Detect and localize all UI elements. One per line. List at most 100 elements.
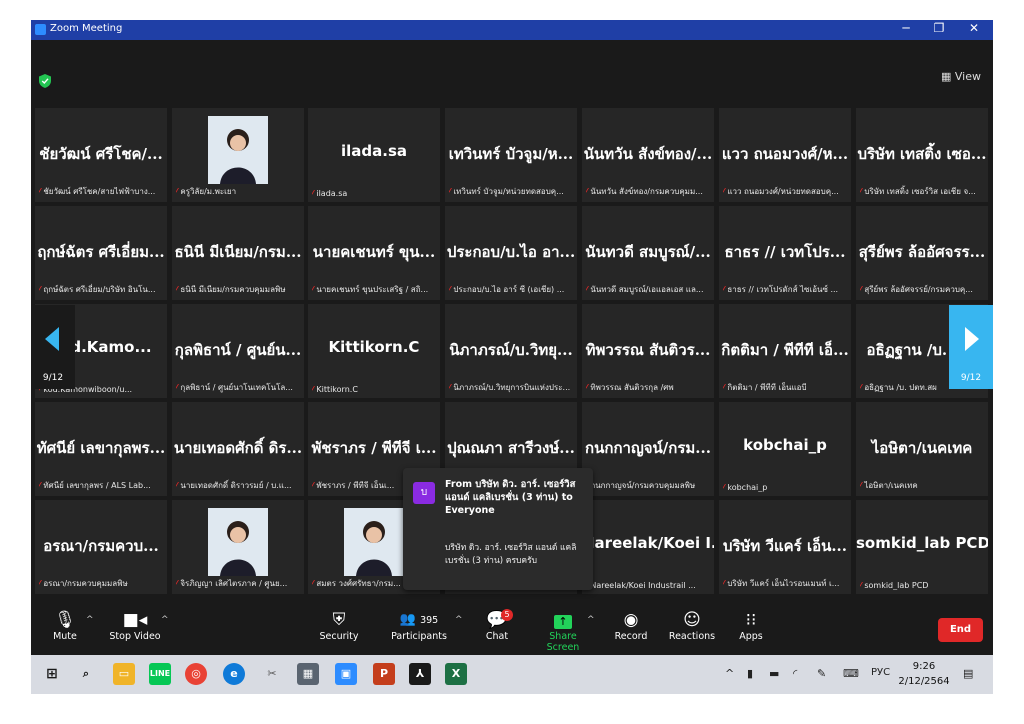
participant-tile[interactable]: somkid_lab PCD ⁄ somkid_lab PCD <box>856 500 988 594</box>
apps-button[interactable]: ⁝⁝ Apps <box>731 605 771 655</box>
edge-icon[interactable]: e <box>223 663 245 685</box>
participant-tile[interactable]: ⁄ ครูวิลัย/ม.พะเยา <box>172 108 304 202</box>
participant-tile[interactable]: ไอษิตา/เนคเทค ⁄ ไอษิตา/เนคเทค <box>856 402 988 496</box>
participant-tile[interactable]: กุลพิธาน์ / ศูนย์น... ⁄ กุลพิธาน์ / ศูนย์น… <box>172 304 304 398</box>
participant-tile[interactable]: อรณา/กรมควบ... ⁄ อรณา/กรมควบคุมมลพิษ <box>35 500 167 594</box>
mute-button[interactable]: 🎙 Mute <box>43 605 87 655</box>
participant-tile[interactable]: แวว ถนอมวงศ์/ห... ⁄ แวว ถนอมวงศ์/หน่วยทดสอ… <box>719 108 851 202</box>
chat-button[interactable]: 💬 Chat 5 <box>477 605 517 655</box>
participant-label-text: จิรภิญญา เลิศไตรภาค / ศูนย... <box>180 579 288 588</box>
notifications-icon[interactable]: ▤ <box>963 667 973 680</box>
view-button[interactable]: ▦ View <box>941 70 981 83</box>
file-explorer-icon[interactable]: ▭ <box>113 663 135 685</box>
minimize-button[interactable]: ─ <box>891 21 921 35</box>
participants-options-caret-icon[interactable]: ^ <box>455 615 463 625</box>
participant-tile[interactable]: ประกอบ/บ.ไอ อา... ⁄ ประกอบ/บ.ไอ อาร์ ซี (เ… <box>445 206 577 300</box>
participant-tile[interactable]: ilada.sa ⁄ ilada.sa <box>308 108 440 202</box>
participant-tile[interactable]: kobchai_p ⁄ kobchai_p <box>719 402 851 496</box>
wifi-icon[interactable]: ◜ <box>793 667 797 680</box>
participant-label-text: กุลพิธาน์ / ศูนย์นาโนเทคโนโล... <box>180 383 293 392</box>
participant-tile[interactable]: นายคเชนทร์ ขุน... ⁄ นายคเชนทร์ ขุนประเสริฐ… <box>308 206 440 300</box>
participant-tile[interactable]: ชัยวัฒน์ ศรีโชค/... ⁄ ชัยวัฒน์ ศรีโชค/สายไ… <box>35 108 167 202</box>
participant-tile[interactable]: ฤกษ์ฉัตร ศรีเอี่ยม... ⁄ ฤกษ์ฉัตร ศรีเอี่ยม… <box>35 206 167 300</box>
reactions-button[interactable]: ☺ Reactions <box>667 605 717 655</box>
participant-label: ⁄กนกกาญจน์/กรมควบคุมมลพิษ <box>586 479 710 492</box>
participant-tile[interactable]: นายเทอดศักดิ์ ดิร... ⁄ นายเทอดศักดิ์ ดิราว… <box>172 402 304 496</box>
chrome-icon[interactable]: ◎ <box>185 663 207 685</box>
participant-tile[interactable]: นันทวดี สมบูรณ์/... ⁄ นันทวดี สมบูรณ์/เอแอ… <box>582 206 714 300</box>
muted-mic-icon: ⁄ <box>586 383 588 392</box>
participant-name: ทัศนีย์ เลขากุลพร... <box>36 439 166 457</box>
participant-tile[interactable]: ทัศนีย์ เลขากุลพร... ⁄ ทัศนีย์ เลขากุลพร /… <box>35 402 167 496</box>
participant-tile[interactable]: กนกกาญจน์/กรม... ⁄กนกกาญจน์/กรมควบคุมมลพิ… <box>582 402 714 496</box>
share-options-caret-icon[interactable]: ^ <box>587 615 595 625</box>
participant-label-text: ครูวิลัย/ม.พะเยา <box>180 187 237 196</box>
participant-label: ⁄ นิภาภรณ์/บ.วิทยุการบินแห่งประ... <box>449 381 573 394</box>
chevron-right-icon <box>965 327 979 351</box>
snipping-tool-icon[interactable]: ✂ <box>261 663 283 685</box>
input-language[interactable]: РУС <box>871 667 890 678</box>
grid-view-icon: ▦ <box>940 70 952 83</box>
share-screen-label: Share Screen <box>546 631 580 653</box>
next-page-button[interactable]: 9/12 <box>949 305 993 389</box>
audio-options-caret-icon[interactable]: ^ <box>86 615 94 625</box>
participant-tile[interactable]: Nareelak/Koei I... ⁄Nareelak/Koei Industr… <box>582 500 714 594</box>
participant-tile[interactable]: ธาธร // เวทโปร... ⁄ ธาธร // เวทโปรดักส์ ไซ… <box>719 206 851 300</box>
muted-mic-icon: ⁄ <box>723 383 725 392</box>
muted-mic-icon: ⁄ <box>312 579 314 588</box>
search-icon[interactable]: ⌕ <box>75 663 97 685</box>
participant-tile[interactable]: บริษัท เทสติ้ง เซอ... ⁄ บริษัท เทสติ้ง เซอ… <box>856 108 988 202</box>
participant-label-text: นิภาภรณ์/บ.วิทยุการบินแห่งประ... <box>453 383 571 392</box>
muted-mic-icon: ⁄ <box>312 385 314 394</box>
close-button[interactable]: ✕ <box>959 21 989 35</box>
security-button[interactable]: ⛨ Security <box>317 605 361 655</box>
tray-overflow-icon[interactable]: ^ <box>725 667 734 680</box>
end-meeting-button[interactable]: End <box>938 618 983 642</box>
participant-tile[interactable]: บริษัท วีแคร์ เอ็น... ⁄ บริษัท วีแคร์ เอ็น… <box>719 500 851 594</box>
participant-label-text: somkid_lab PCD <box>864 581 929 590</box>
participant-label-text: กิตติมา / พีทีที เอ็นแอบี <box>727 383 807 392</box>
acrobat-icon[interactable]: ⅄ <box>409 663 431 685</box>
participant-label: ⁄ แวว ถนอมวงศ์/หน่วยทดสอบคุ... <box>723 185 847 198</box>
sender-avatar: บ <box>413 482 435 504</box>
participant-tile[interactable]: สุรีย์พร ล้ออัศจรร... ⁄ สุรีย์พร ล้ออัศจรร… <box>856 206 988 300</box>
participant-tile[interactable]: กิตติมา / พีทีที เอ็... ⁄ กิตติมา / พีทีที… <box>719 304 851 398</box>
usb-icon[interactable]: ▮ <box>747 667 753 680</box>
chat-notification[interactable]: บ From บริษัท ดิว. อาร์. เซอร์วิส แอนด์ … <box>403 468 593 590</box>
encryption-shield-icon[interactable] <box>39 74 51 88</box>
participants-button[interactable]: 👥 395 Participants <box>389 605 449 655</box>
restore-button[interactable]: ❐ <box>924 21 954 35</box>
participant-name: นันทวดี สมบูรณ์/... <box>585 243 711 261</box>
record-button[interactable]: ◉ Record <box>609 605 653 655</box>
share-screen-button[interactable]: ↑ Share Screen <box>533 605 593 655</box>
participant-name: เทวินทร์ บัวจูม/ห... <box>448 145 574 163</box>
pen-icon[interactable]: ✎ <box>817 667 826 680</box>
meeting-top-bar: ▦ View <box>31 40 993 110</box>
participant-tile[interactable]: เทวินทร์ บัวจูม/ห... ⁄ เทวินทร์ บัวจูม/หน่… <box>445 108 577 202</box>
zoom-logo-icon <box>35 24 46 35</box>
video-options-caret-icon[interactable]: ^ <box>161 615 169 625</box>
zoom-taskbar-icon[interactable]: ▣ <box>335 663 357 685</box>
windows-start-icon[interactable]: ⊞ <box>41 663 63 685</box>
calculator-icon[interactable]: ▦ <box>297 663 319 685</box>
participant-tile[interactable]: ⁄ จิรภิญญา เลิศไตรภาค / ศูนย... <box>172 500 304 594</box>
participant-tile[interactable]: Kittikorn.C ⁄ Kittikorn.C <box>308 304 440 398</box>
participant-tile[interactable]: นันทวัน สังข์ทอง/... ⁄ นันทวัน สังข์ทอง/กร… <box>582 108 714 202</box>
participant-tile[interactable]: ทิพวรรณ สันติวร... ⁄ ทิพวรรณ สันติวรกุล /ศ… <box>582 304 714 398</box>
participant-name: ชัยวัฒน์ ศรีโชค/... <box>39 145 163 163</box>
participant-label-text: ชัยวัฒน์ ศรีโชค/สายไฟฟ้าบาง... <box>43 187 156 196</box>
powerpoint-icon[interactable]: P <box>373 663 395 685</box>
battery-icon[interactable]: ▬ <box>769 667 779 680</box>
participant-tile[interactable]: นิภาภรณ์/บ.วิทยุ... ⁄ นิภาภรณ์/บ.วิทยุการบ… <box>445 304 577 398</box>
participant-name: แวว ถนอมวงศ์/ห... <box>721 145 849 163</box>
participant-label: ⁄ จิรภิญญา เลิศไตรภาค / ศูนย... <box>176 577 300 590</box>
system-clock[interactable]: 9:26 2/12/2564 <box>897 659 951 689</box>
prev-page-button[interactable]: 9/12 <box>31 305 75 389</box>
reactions-label: Reactions <box>668 631 716 642</box>
keyboard-icon[interactable]: ⌨ <box>843 667 859 680</box>
participant-tile[interactable]: ธนินี มีเนียม/กรม... ⁄ ธนินี มีเนียม/กรมคว… <box>172 206 304 300</box>
apps-icon: ⁝⁝ <box>745 610 757 630</box>
line-app-icon[interactable]: LINE <box>149 663 171 685</box>
excel-icon[interactable]: X <box>445 663 467 685</box>
stop-video-button[interactable]: ■◂ Stop Video <box>109 605 161 655</box>
